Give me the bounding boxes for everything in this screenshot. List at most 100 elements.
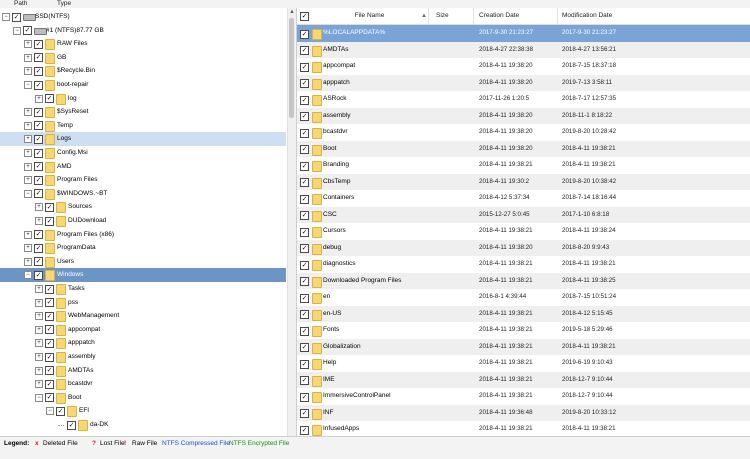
tree-item-checkbox[interactable]: ✓: [45, 202, 54, 212]
tree-item[interactable]: ✓ da-DK: [0, 418, 286, 432]
expand-icon[interactable]: +: [24, 176, 32, 185]
tree-item-checkbox[interactable]: ✓: [34, 257, 43, 267]
file-row-checkbox[interactable]: ✓: [300, 343, 309, 352]
file-row[interactable]: ✓ debug 2018-4-11 19:38:20 2018-8-20 9:9:43: [297, 239, 750, 256]
expand-icon[interactable]: +: [24, 108, 32, 117]
tree-item-checkbox[interactable]: ✓: [12, 12, 21, 22]
expand-icon[interactable]: +: [35, 298, 43, 307]
expand-icon[interactable]: +: [24, 257, 32, 266]
expand-icon[interactable]: +: [35, 353, 43, 361]
tree-item-checkbox[interactable]: ✓: [45, 284, 54, 294]
file-row[interactable]: ✓ Cursors 2018-4-11 19:38:21 2018-4-11 19:3…: [297, 223, 750, 240]
expand-icon[interactable]: +: [24, 230, 32, 239]
expand-icon[interactable]: +: [24, 67, 32, 76]
tree-item[interactable]: + ✓ Program Files: [0, 173, 286, 187]
file-row-checkbox[interactable]: ✓: [300, 376, 309, 385]
tree-item[interactable]: + ✓ GB: [0, 51, 286, 65]
file-row[interactable]: ✓ InfusedApps 2018-4-11 19:38:21 2018-4-11 …: [297, 421, 750, 436]
tree-item-checkbox[interactable]: ✓: [34, 270, 43, 280]
collapse-icon[interactable]: −: [24, 81, 32, 89]
tree-item[interactable]: − ✓ EFI: [0, 404, 286, 418]
expand-icon[interactable]: +: [35, 325, 43, 334]
tree-item-checkbox[interactable]: ✓: [34, 134, 43, 144]
expand-icon[interactable]: +: [35, 285, 43, 293]
collapse-icon[interactable]: −: [24, 271, 32, 280]
file-row-checkbox[interactable]: ✓: [300, 145, 309, 154]
tree-item[interactable]: − ✓ boot-repair: [0, 78, 286, 92]
file-row[interactable]: ✓ assembly 2018-4-11 19:38:20 2018-11-1 8:1…: [297, 107, 750, 124]
file-row-checkbox[interactable]: ✓: [300, 326, 309, 336]
select-all-checkbox[interactable]: ✓: [300, 12, 309, 21]
file-row-checkbox[interactable]: ✓: [300, 425, 309, 435]
tree-item[interactable]: + ✓ AMDTAs: [0, 364, 286, 378]
expand-icon[interactable]: +: [24, 162, 32, 171]
collapse-icon[interactable]: −: [2, 13, 10, 21]
file-row-checkbox[interactable]: ✓: [300, 46, 309, 55]
file-row-checkbox[interactable]: ✓: [300, 359, 309, 369]
tree-item-checkbox[interactable]: ✓: [34, 80, 43, 90]
tree-item-checkbox[interactable]: ✓: [45, 338, 54, 348]
tree-item-checkbox[interactable]: ✓: [34, 189, 43, 199]
file-row[interactable]: ✓ ASRock 2017-11-26 1:20:5 2018-7-17 12:57:…: [297, 91, 750, 108]
file-row[interactable]: ✓ %LOCALAPPDATA% 2017-9-30 21:23:27 2017-9-…: [297, 25, 750, 42]
tree-item[interactable]: + ✓ Tasks: [0, 282, 286, 296]
tree-item-checkbox[interactable]: ✓: [45, 393, 54, 403]
tree-item[interactable]: + ✓ Config.Msi: [0, 146, 286, 160]
tree-item[interactable]: + ✓ pss: [0, 296, 286, 310]
tree-item-checkbox[interactable]: ✓: [45, 379, 54, 389]
file-row-checkbox[interactable]: ✓: [300, 161, 309, 171]
tree-item[interactable]: + ✓ Sources: [0, 200, 286, 214]
file-row[interactable]: ✓ bcastdvr 2018-4-11 19:38:20 2019-8-20 10:…: [297, 124, 750, 141]
tree-item[interactable]: + ✓ AMD: [0, 160, 286, 174]
tree-item-checkbox[interactable]: ✓: [34, 243, 43, 253]
tree-item[interactable]: + ✓ bcastdvr: [0, 377, 286, 391]
column-header-size[interactable]: Size: [432, 8, 474, 24]
file-row-checkbox[interactable]: ✓: [300, 227, 309, 237]
tree-item[interactable]: + ✓ Users: [0, 255, 286, 269]
tree-item-checkbox[interactable]: ✓: [45, 352, 54, 362]
tree-item-checkbox[interactable]: ✓: [56, 406, 65, 416]
tree-item[interactable]: + ✓ $Recycle.Bin: [0, 64, 286, 78]
expand-icon[interactable]: +: [24, 40, 32, 49]
tree-item-checkbox[interactable]: ✓: [34, 107, 43, 117]
tree-item-checkbox[interactable]: ✓: [34, 230, 43, 240]
file-row[interactable]: ✓ Fonts 2018-4-11 19:38:21 2019-5-18 5:29:4…: [297, 322, 750, 339]
expand-icon[interactable]: +: [24, 53, 32, 62]
tree-item[interactable]: + ✓ Program Files (x86): [0, 228, 286, 242]
file-row[interactable]: ✓ AMDTAs 2018-4-27 22:38:38 2018-4-27 13:56…: [297, 41, 750, 58]
column-header-modified[interactable]: Modification Date: [558, 8, 750, 24]
file-row-checkbox[interactable]: ✓: [300, 211, 309, 220]
file-row[interactable]: ✓ apppatch 2018-4-11 19:38:20 2019-7-13 3:5…: [297, 74, 750, 91]
file-row[interactable]: ✓ diagnostics 2018-4-11 19:38:21 2018-4-11 …: [297, 256, 750, 273]
file-row-checkbox[interactable]: ✓: [300, 310, 309, 319]
file-row[interactable]: ✓ INF 2018-4-11 19:36:48 2019-8-20 10:33:12: [297, 404, 750, 421]
expand-icon[interactable]: +: [35, 203, 43, 212]
tree-item[interactable]: − ✓ Windows: [0, 268, 286, 282]
file-row-checkbox[interactable]: ✓: [300, 95, 309, 105]
tree-item[interactable]: + ✓ apppatch: [0, 336, 286, 350]
expand-icon[interactable]: +: [35, 380, 43, 389]
tree-item-checkbox[interactable]: ✓: [34, 66, 43, 76]
tree-item[interactable]: + ✓ $SysReset: [0, 105, 286, 119]
file-row[interactable]: ✓ en-US 2018-4-11 19:38:21 2018-4-12 5:15:4…: [297, 305, 750, 322]
expand-icon[interactable]: +: [24, 244, 32, 253]
tree-item[interactable]: + ✓ RAW Files: [0, 37, 286, 51]
scroll-up-icon[interactable]: ▲: [288, 8, 296, 16]
file-row[interactable]: ✓ en 2016-8-1 4:39:44 2018-7-15 10:51:24: [297, 289, 750, 306]
file-row[interactable]: ✓ appcompat 2018-4-11 19:38:20 2018-7-15 18…: [297, 58, 750, 75]
file-row[interactable]: ✓ Containers 2018-4-12 5:37:34 2018-7-14 18…: [297, 190, 750, 207]
file-row-checkbox[interactable]: ✓: [300, 293, 309, 303]
file-row[interactable]: ✓ ImmersiveControlPanel 2018-4-11 19:38:21…: [297, 388, 750, 405]
file-row-checkbox[interactable]: ✓: [300, 260, 309, 270]
expand-icon[interactable]: +: [35, 339, 43, 348]
file-row[interactable]: ✓ IME 2018-4-11 19:38:21 2018-12-7 9:10:44: [297, 371, 750, 388]
tree-item-checkbox[interactable]: ✓: [45, 94, 54, 104]
file-row-checkbox[interactable]: ✓: [300, 194, 309, 204]
tree-item[interactable]: + ✓ ProgramData: [0, 241, 286, 255]
tree-item[interactable]: + ✓ WebManagement: [0, 309, 286, 323]
file-row-checkbox[interactable]: ✓: [300, 62, 309, 72]
column-header-name[interactable]: File Name: [311, 8, 429, 24]
tree-item[interactable]: + ✓ log: [0, 92, 286, 106]
tree-item-checkbox[interactable]: ✓: [34, 148, 43, 158]
file-row-checkbox[interactable]: ✓: [300, 392, 309, 402]
